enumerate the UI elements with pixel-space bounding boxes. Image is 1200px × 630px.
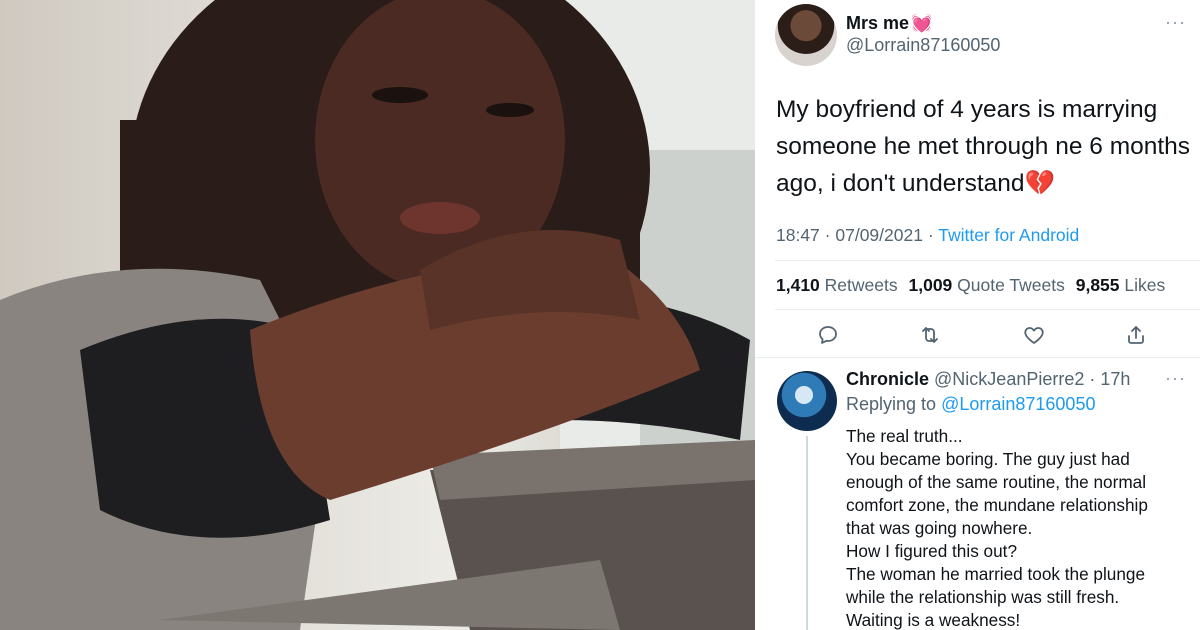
author-display-name: Mrs me [846,13,910,33]
tweet-text: My boyfriend of 4 years is marrying some… [776,91,1196,202]
reply-author-avatar[interactable] [777,371,837,431]
retweets-label[interactable]: Retweets [825,275,898,295]
tweet-text-line: someone he met through ne 6 months [776,133,1191,160]
meta-separator: · [927,225,939,245]
tweet-source[interactable]: Twitter for Android [938,225,1079,245]
replying-mention[interactable]: @Lorrain87160050 [941,394,1095,414]
likes-label[interactable]: Likes [1124,275,1165,295]
author-name[interactable]: Mrs me 💓 [846,13,932,34]
divider [775,309,1200,310]
retweet-icon [922,327,938,343]
reply-text-line: Waiting is a weakness! [846,610,1021,630]
share-button[interactable] [1119,318,1153,352]
reply-text-line: comfort zone, the mundane relationship [846,495,1148,515]
tweet-text-line: My boyfriend of 4 years is marrying [776,96,1158,123]
tweet-time[interactable]: 18:47 [776,225,820,245]
like-button[interactable] [1017,318,1051,352]
broken-heart-icon: 💔 [1024,170,1056,197]
quote-tweets-label[interactable]: Quote Tweets [957,275,1065,295]
likes-count[interactable]: 9,855 [1076,275,1120,295]
thread-line [806,436,808,630]
woman-photo-illustration [0,0,755,630]
author-avatar[interactable] [775,4,837,66]
tweet-text-line: ago, i don't understand💔 [776,165,1196,202]
more-icon[interactable]: ··· [1165,368,1186,389]
reply-button[interactable] [811,318,845,352]
reply-header: Chronicle @NickJeanPierre2 · 17h [846,369,1130,390]
retweets-count[interactable]: 1,410 [776,275,820,295]
reply-text-line: You became boring. The guy just had [846,449,1130,469]
replying-to: Replying to @Lorrain87160050 [846,394,1095,415]
reply-author-name[interactable]: Chronicle [846,369,929,389]
tweet-text-segment: ago, i don't understand [776,170,1025,197]
share-icon [1128,326,1144,344]
meta-separator: · [1084,369,1101,389]
quote-tweets-count[interactable]: 1,009 [909,275,953,295]
divider [775,260,1200,261]
tweet-actions [755,318,1200,352]
tweet-meta: 18:47 · 07/09/2021 · Twitter for Android [776,225,1079,246]
tweet-stats: 1,410 Retweets 1,009 Quote Tweets 9,855 … [776,275,1171,296]
reply-age[interactable]: 17h [1100,369,1130,389]
reply-icon [819,326,837,344]
replying-prefix: Replying to [846,394,937,414]
reply-text-line: How I figured this out? [846,541,1018,561]
pink-heart-icon: 💓 [911,14,933,33]
like-icon [1024,327,1044,344]
more-icon[interactable]: ··· [1165,12,1186,33]
divider [755,357,1200,358]
reply-text-line: while the relationship was still fresh. [846,587,1120,607]
reply-text-line: The real truth... [846,426,963,446]
reply-text-line: enough of the same routine, the normal [846,472,1147,492]
reply-text-line: that was going nowhere. [846,518,1033,538]
tweet-panel: Mrs me 💓 @Lorrain87160050 ··· My boyfrien… [755,0,1200,630]
retweet-button[interactable] [913,318,947,352]
author-handle[interactable]: @Lorrain87160050 [846,35,1000,56]
photo [0,0,755,630]
meta-separator: · [824,225,836,245]
reply-text: The real truth... You became boring. The… [846,425,1191,630]
tweet-date[interactable]: 07/09/2021 [835,225,923,245]
reply-author-handle[interactable]: @NickJeanPierre2 [934,369,1084,389]
reply-text-line: The woman he married took the plunge [846,564,1146,584]
